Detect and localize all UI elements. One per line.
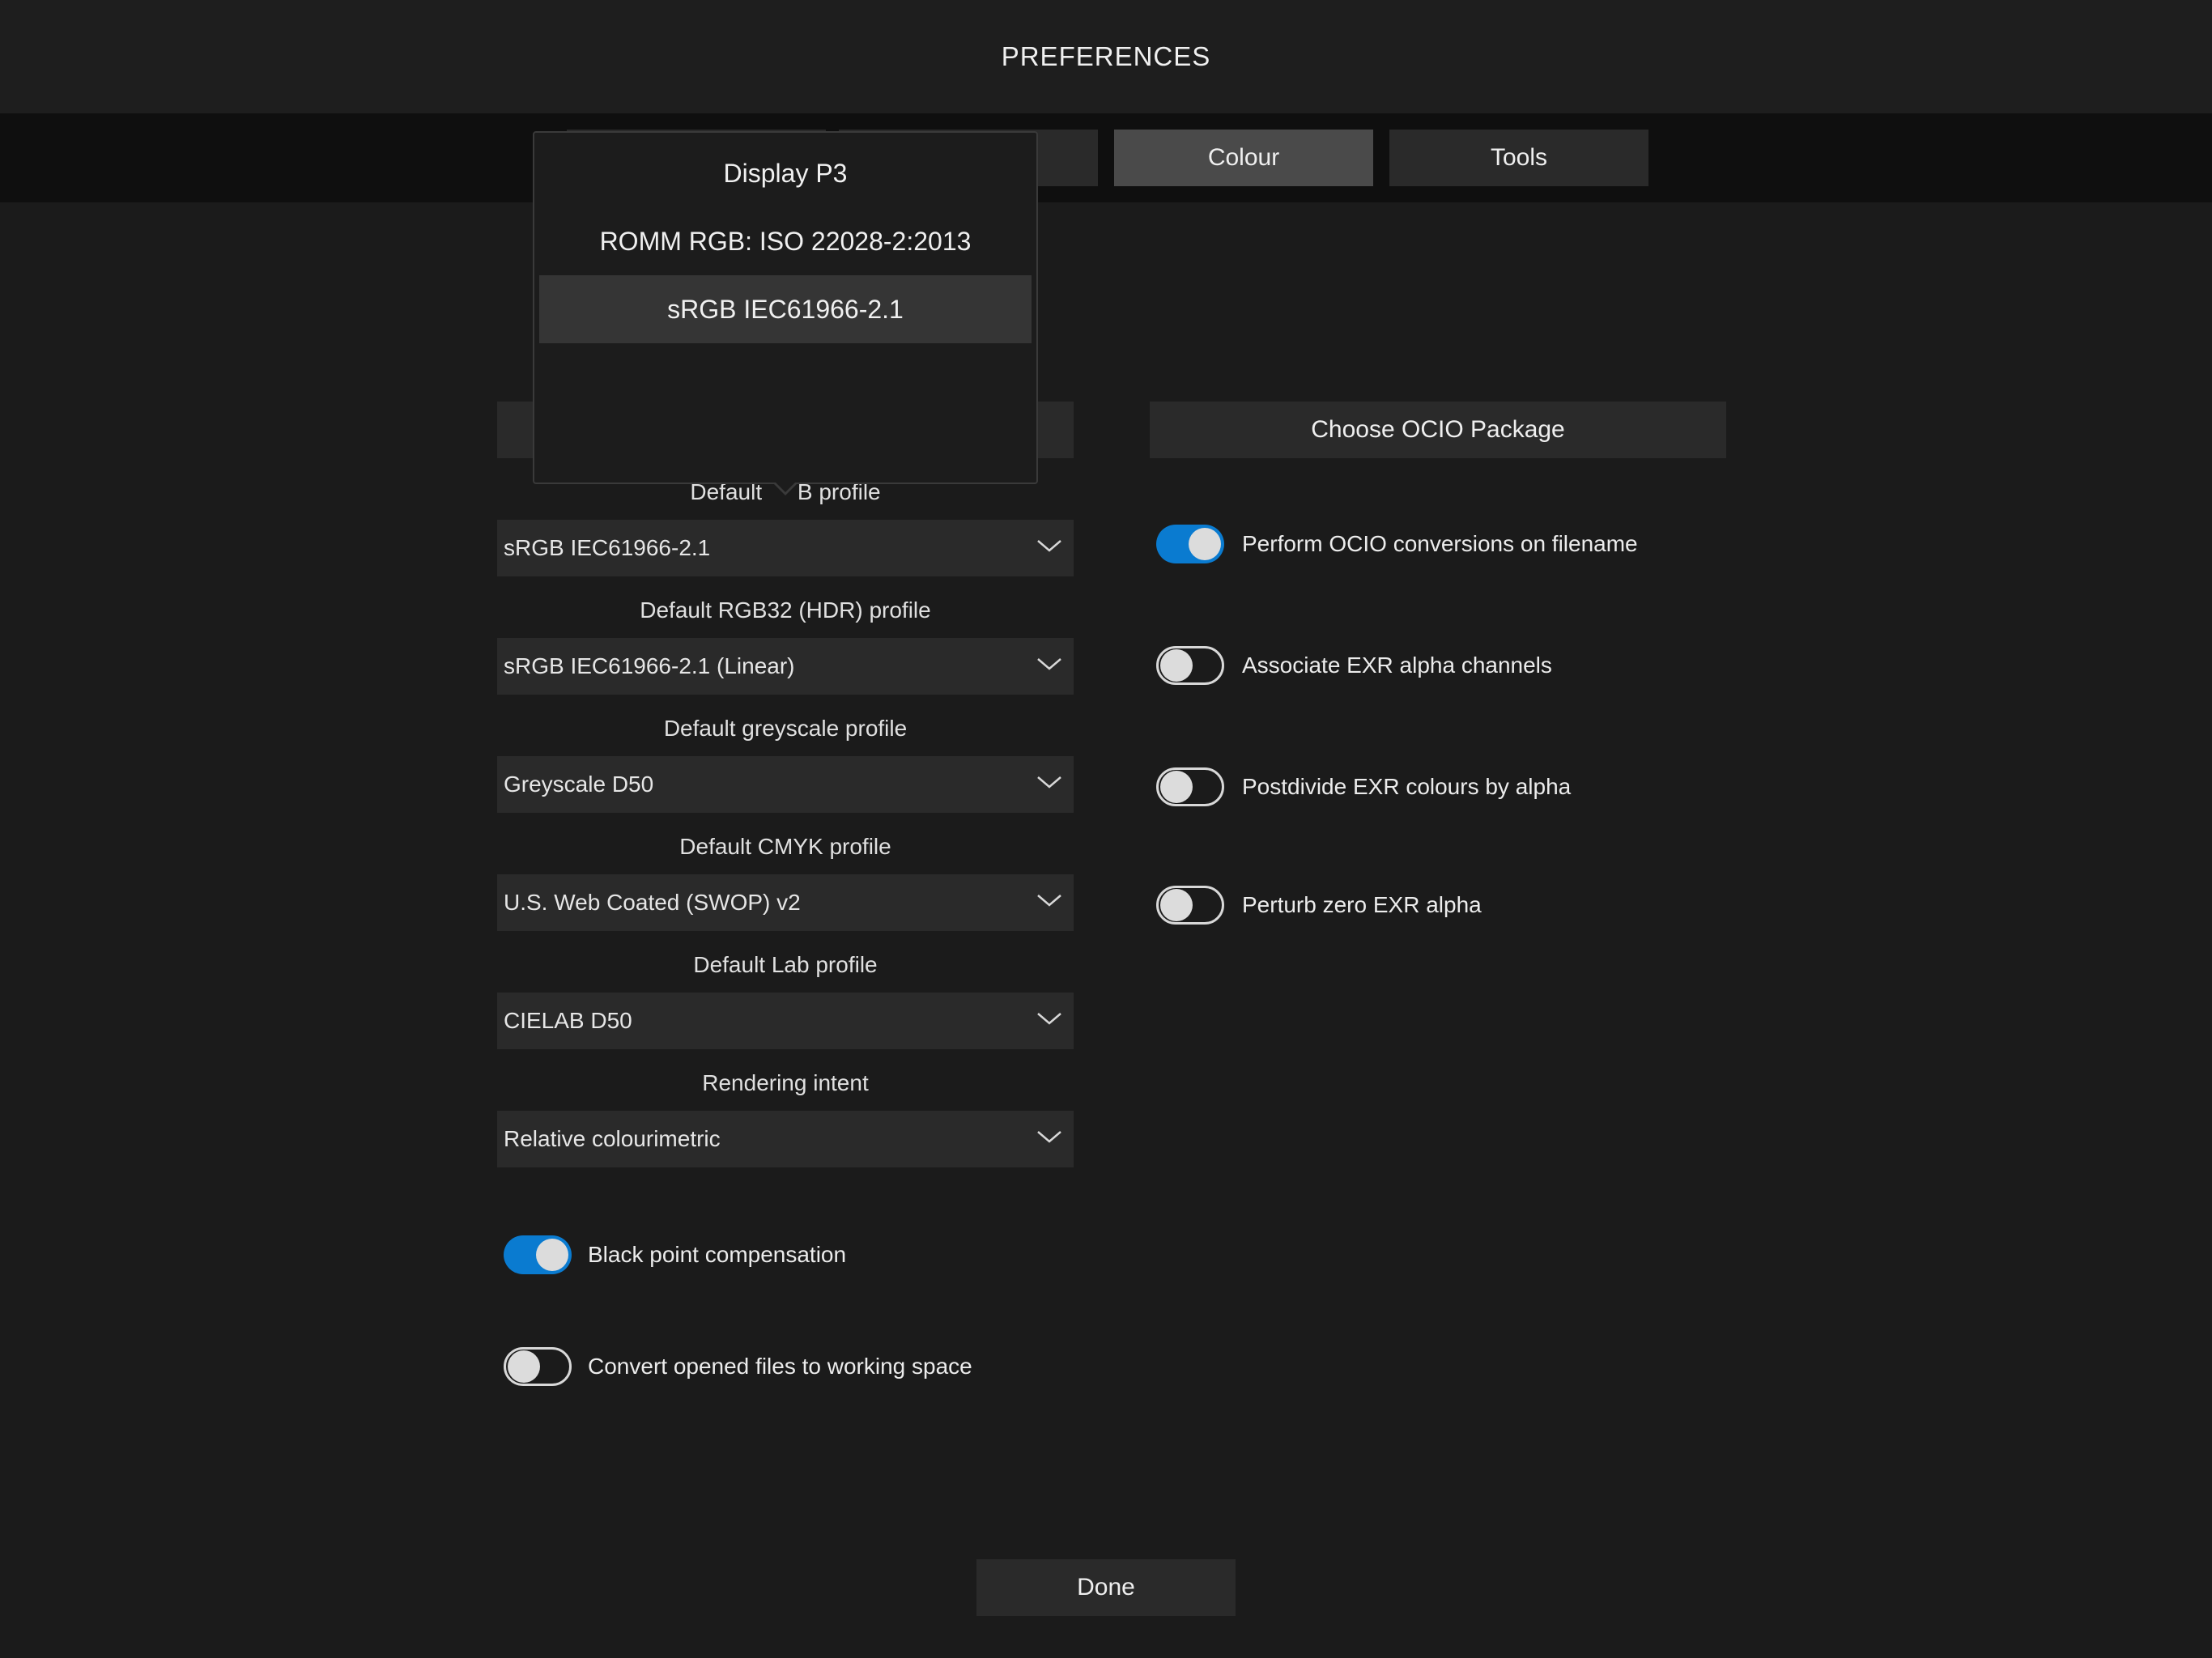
chevron-down-icon xyxy=(1037,1131,1061,1143)
ocio-filename-label: Perform OCIO conversions on filename xyxy=(1242,531,1638,556)
tab-tools[interactable]: Tools xyxy=(1389,130,1648,186)
chevron-down-icon xyxy=(1037,658,1061,670)
toggle-knob xyxy=(1160,649,1193,682)
default-lab-select[interactable]: CIELAB D50 xyxy=(497,993,1074,1049)
default-lab-value: CIELAB D50 xyxy=(504,1008,632,1033)
convert-files-label: Convert opened files to working space xyxy=(588,1354,972,1379)
tab-colour[interactable]: Colour xyxy=(1114,130,1373,186)
default-rgb32-select[interactable]: sRGB IEC61966-2.1 (Linear) xyxy=(497,638,1074,695)
default-rgb-select[interactable]: sRGB IEC61966-2.1 xyxy=(497,520,1074,576)
perturb-zero-alpha-label: Perturb zero EXR alpha xyxy=(1242,892,1482,917)
menu-option-romm-rgb[interactable]: ROMM RGB: ISO 22028-2:2013 xyxy=(539,207,1032,275)
default-rgb32-label: Default RGB32 (HDR) profile xyxy=(640,597,931,623)
rendering-intent-value: Relative colourimetric xyxy=(504,1126,721,1151)
page-title: PREFERENCES xyxy=(1001,41,1211,71)
default-lab-label: Default Lab profile xyxy=(693,952,878,977)
done-button[interactable]: Done xyxy=(976,1559,1236,1616)
choose-ocio-package-button[interactable]: Choose OCIO Package xyxy=(1150,402,1726,458)
convert-files-toggle[interactable] xyxy=(504,1347,572,1386)
default-cmyk-select[interactable]: U.S. Web Coated (SWOP) v2 xyxy=(497,874,1074,931)
black-point-label: Black point compensation xyxy=(588,1242,847,1267)
chevron-down-icon xyxy=(1037,895,1061,907)
default-cmyk-value: U.S. Web Coated (SWOP) v2 xyxy=(504,890,801,915)
tab-bar xyxy=(0,113,2212,202)
toggle-knob xyxy=(536,1239,568,1271)
menu-option-display-p3[interactable]: Display P3 xyxy=(539,139,1032,207)
toggle-knob xyxy=(508,1350,540,1383)
toggle-knob xyxy=(1160,771,1193,803)
perturb-zero-alpha-toggle[interactable] xyxy=(1156,886,1224,925)
default-greyscale-select[interactable]: Greyscale D50 xyxy=(497,756,1074,813)
exr-alpha-channels-toggle[interactable] xyxy=(1156,646,1224,685)
default-rgb-value: sRGB IEC61966-2.1 xyxy=(504,535,711,560)
toggle-knob xyxy=(1189,528,1221,560)
postdivide-exr-toggle[interactable] xyxy=(1156,767,1224,806)
default-greyscale-label: Default greyscale profile xyxy=(663,716,908,741)
exr-alpha-channels-label: Associate EXR alpha channels xyxy=(1242,653,1552,678)
popover-arrow-inner xyxy=(774,481,797,492)
toggle-knob xyxy=(1160,889,1193,921)
rendering-intent-select[interactable]: Relative colourimetric xyxy=(497,1111,1074,1167)
profile-popover-menu: Display P3 ROMM RGB: ISO 22028-2:2013 sR… xyxy=(533,131,1038,484)
black-point-toggle[interactable] xyxy=(504,1235,572,1274)
rendering-intent-label: Rendering intent xyxy=(702,1070,869,1095)
default-rgb32-value: sRGB IEC61966-2.1 (Linear) xyxy=(504,653,795,678)
ocio-filename-toggle[interactable] xyxy=(1156,525,1224,563)
menu-option-srgb[interactable]: sRGB IEC61966-2.1 xyxy=(539,275,1032,343)
chevron-down-icon xyxy=(1037,1013,1061,1025)
default-cmyk-label: Default CMYK profile xyxy=(679,834,891,859)
postdivide-exr-label: Postdivide EXR colours by alpha xyxy=(1242,774,1572,799)
default-greyscale-value: Greyscale D50 xyxy=(504,772,654,797)
chevron-down-icon xyxy=(1037,776,1061,789)
chevron-down-icon xyxy=(1037,540,1061,552)
